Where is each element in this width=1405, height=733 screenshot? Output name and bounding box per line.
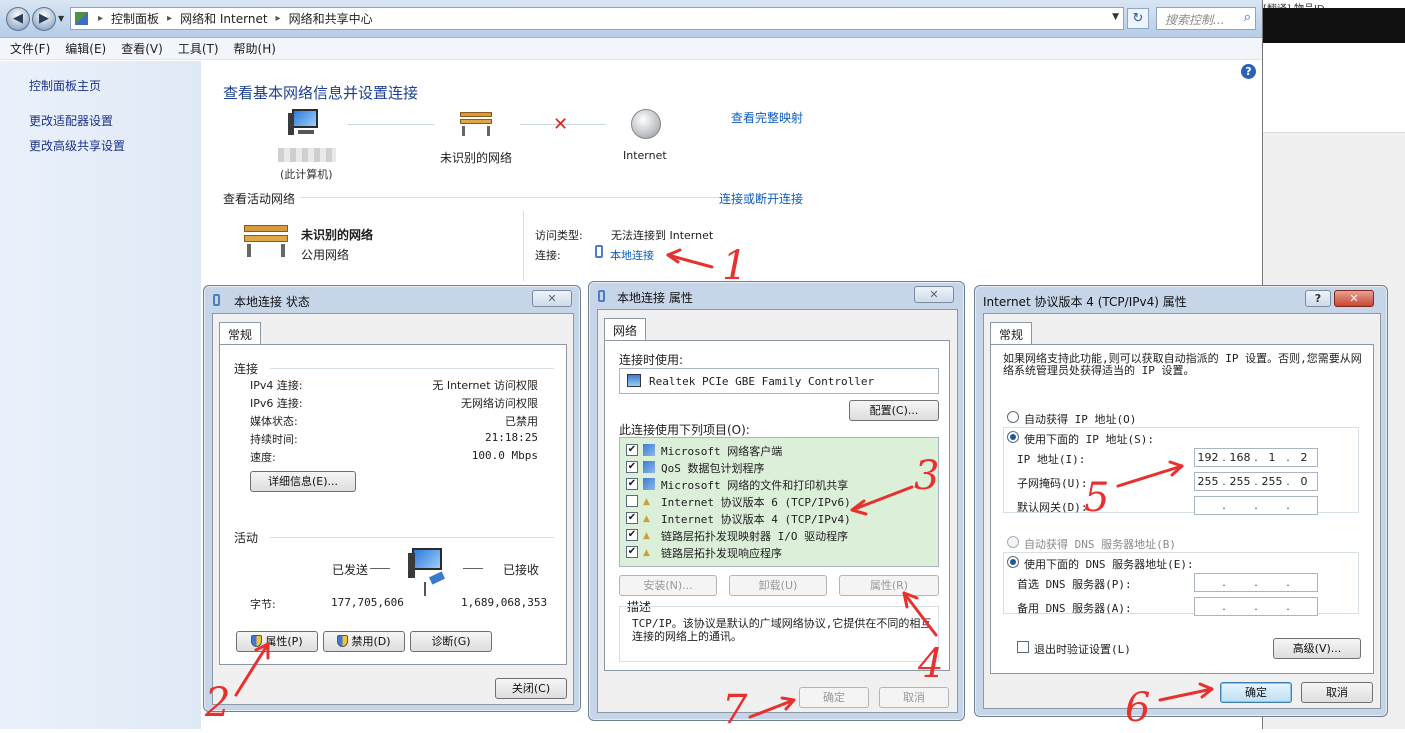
annotation-number: 5 — [1084, 475, 1110, 521]
arrow-3 — [850, 485, 914, 512]
annotation-number: 3 — [914, 453, 940, 499]
arrow-2 — [234, 642, 270, 697]
annotation-number: 4 — [918, 641, 944, 687]
annotation-arrows — [234, 248, 1214, 719]
annotation-number: 2 — [205, 680, 231, 726]
annotation-number: 6 — [1125, 685, 1151, 731]
arrow-4 — [902, 591, 938, 637]
annotation-number: 1 — [722, 243, 748, 289]
annotation-number: 7 — [722, 687, 748, 733]
